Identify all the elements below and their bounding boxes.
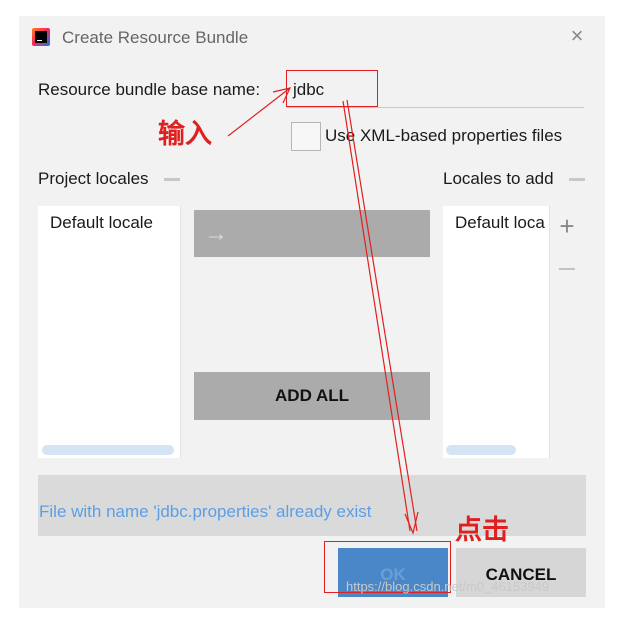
input-arrow [227, 87, 291, 137]
annotation-arrows [227, 87, 419, 535]
click-arrow-left [342, 100, 411, 532]
click-arrow-right [346, 99, 418, 532]
watermark: https://blog.csdn.net/m0_46153949 [346, 579, 550, 594]
